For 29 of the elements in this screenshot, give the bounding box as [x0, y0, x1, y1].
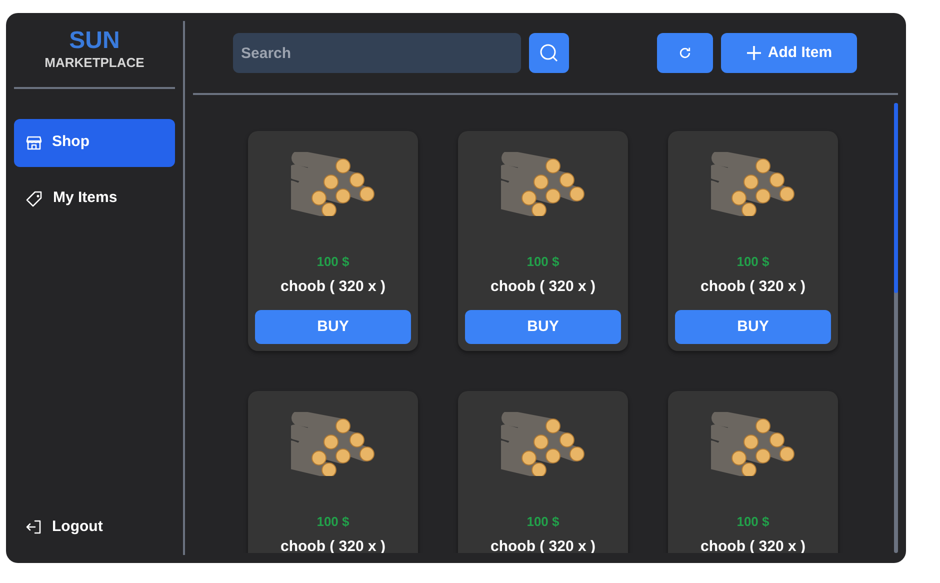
tag-icon: [26, 190, 43, 206]
product-price: 100 $: [316, 513, 350, 531]
product-price: 100 $: [526, 253, 560, 271]
product-name: choob ( 320 x ): [280, 276, 386, 296]
sidebar-item[interactable]: Shop: [14, 118, 175, 166]
product-name: choob ( 320 x ): [700, 276, 806, 296]
scrollbar[interactable]: [894, 103, 898, 553]
plus-icon: [746, 45, 762, 61]
scrollbar-thumb[interactable]: [894, 103, 898, 293]
brand-title: SUN: [68, 29, 121, 53]
refresh-button[interactable]: [657, 33, 713, 73]
search-button[interactable]: [529, 33, 569, 73]
product-name: choob ( 320 x ): [490, 276, 596, 296]
logout-link[interactable]: Logout: [14, 503, 175, 551]
product-price: 100 $: [736, 513, 770, 531]
product-price: 100 $: [736, 253, 770, 271]
buy-button[interactable]: BUY: [465, 310, 621, 344]
product-price: 100 $: [316, 253, 350, 271]
brand-subtitle: MARKETPLACE: [44, 54, 146, 72]
sidebar-item[interactable]: My Items: [14, 174, 175, 222]
buy-button[interactable]: BUY: [255, 310, 411, 344]
search-icon: [539, 43, 559, 63]
add-item-button[interactable]: Add Item: [721, 33, 857, 73]
logout-icon: [26, 519, 42, 535]
refresh-icon: [678, 46, 692, 60]
product-price: 100 $: [526, 513, 560, 531]
buy-button[interactable]: BUY: [675, 310, 831, 344]
search-field[interactable]: Search: [233, 33, 521, 73]
shop-icon: [26, 134, 42, 150]
